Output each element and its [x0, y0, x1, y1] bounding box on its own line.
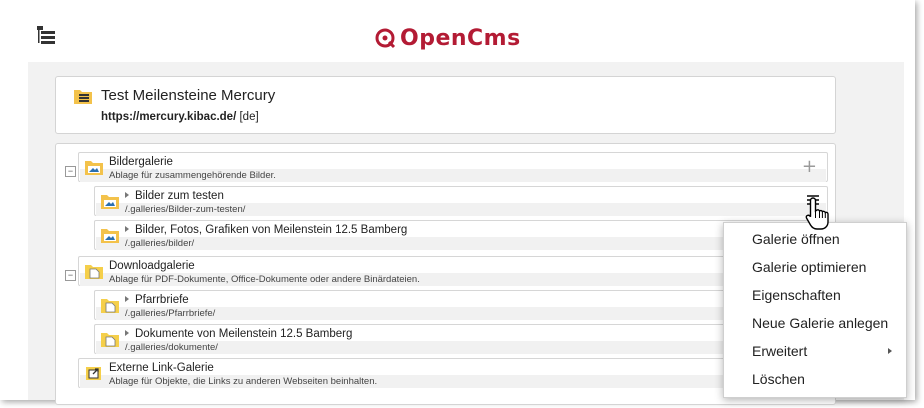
tree-item-downloadgalerie[interactable]: Downloadgalerie Ablage für PDF-Dokumente…: [78, 256, 828, 286]
hand-cursor-icon: [804, 196, 834, 232]
opencms-logo-icon: [375, 28, 396, 49]
tree-item-path: /.galleries/dokumente/: [125, 342, 218, 353]
tree-item-bilder-zum-testen[interactable]: Bilder zum testen /.galleries/Bilder-zum…: [94, 186, 828, 216]
document-folder-icon: [101, 297, 119, 318]
expand-caret-icon[interactable]: [125, 192, 129, 198]
site-locale: [de]: [239, 111, 259, 123]
expand-caret-icon[interactable]: [125, 296, 129, 302]
tree-item-title: Bilder zum testen: [125, 190, 224, 202]
tree-item-description: Ablage für zusammengehörende Bilder.: [109, 170, 276, 181]
tree-item-bilder-fotos-grafiken[interactable]: Bilder, Fotos, Grafiken von Meilenstein …: [94, 220, 828, 250]
opencms-window: OpenCms Test Meilensteine Mercury https:…: [0, 0, 915, 405]
image-folder-icon: [85, 159, 103, 180]
menu-item-erweitert[interactable]: Erweitert: [724, 337, 906, 365]
top-bar: OpenCms: [0, 0, 915, 62]
menu-item-loeschen[interactable]: Löschen: [724, 365, 906, 393]
add-icon[interactable]: +: [802, 158, 817, 176]
submenu-arrow-icon: [888, 348, 892, 354]
tree-item-title: Pfarrbriefe: [125, 294, 189, 306]
menu-item-neue-galerie-anlegen[interactable]: Neue Galerie anlegen: [724, 309, 906, 337]
collapse-toggle-downloadgalerie[interactable]: −: [65, 270, 76, 281]
tree-item-externe-link-galerie[interactable]: Externe Link-Galerie Ablage für Objekte,…: [78, 358, 828, 388]
site-url[interactable]: https://mercury.kibac.de/: [101, 111, 236, 123]
collapse-toggle-bildergalerie[interactable]: −: [65, 166, 76, 177]
sitemap-toggle-icon[interactable]: [37, 26, 55, 44]
site-folder-icon: [74, 88, 92, 109]
tree-item-title: Dokumente von Meilenstein 12.5 Bamberg: [125, 328, 352, 340]
tree-item-title: Downloadgalerie: [109, 260, 195, 272]
expand-caret-icon[interactable]: [125, 330, 129, 336]
tree-item-description: Ablage für PDF-Dokumente, Office-Dokumen…: [109, 274, 420, 285]
tree-item-title: Externe Link-Galerie: [109, 362, 214, 374]
tree-item-pfarrbriefe[interactable]: Pfarrbriefe /.galleries/Pfarrbriefe/: [94, 290, 828, 320]
image-folder-icon: [101, 227, 119, 248]
opencms-logo[interactable]: OpenCms: [374, 25, 521, 51]
document-folder-icon: [85, 263, 103, 284]
tree-item-path: /.galleries/Pfarrbriefe/: [125, 308, 216, 319]
context-menu: Galerie öffnen Galerie optimieren Eigens…: [723, 222, 907, 398]
external-link-icon: [85, 365, 103, 386]
row-subtitle-bg: [96, 237, 826, 250]
tree-item-path: /.galleries/Bilder-zum-testen/: [125, 204, 246, 215]
tree-item-title: Bilder, Fotos, Grafiken von Meilenstein …: [125, 224, 407, 236]
site-url-line: https://mercury.kibac.de/ [de]: [101, 111, 259, 123]
site-title: Test Meilensteine Mercury: [101, 87, 276, 104]
menu-item-galerie-optimieren[interactable]: Galerie optimieren: [724, 253, 906, 281]
tree-item-dokumente[interactable]: Dokumente von Meilenstein 12.5 Bamberg /…: [94, 324, 828, 354]
document-folder-icon: [101, 331, 119, 352]
gallery-tree: − Bildergalerie Ablage für zusammengehör…: [55, 143, 836, 405]
menu-item-eigenschaften[interactable]: Eigenschaften: [724, 281, 906, 309]
tree-item-description: Ablage für Objekte, die Links zu anderen…: [109, 376, 378, 387]
site-header-card: Test Meilensteine Mercury https://mercur…: [55, 76, 836, 134]
logo-text: OpenCms: [400, 25, 521, 51]
tree-item-bildergalerie[interactable]: Bildergalerie Ablage für zusammengehören…: [78, 152, 828, 182]
tree-item-title: Bildergalerie: [109, 156, 173, 168]
tree-item-path: /.galleries/bilder/: [125, 238, 195, 249]
menu-item-label: Erweitert: [752, 343, 808, 359]
image-folder-icon: [101, 193, 119, 214]
expand-caret-icon[interactable]: [125, 226, 129, 232]
